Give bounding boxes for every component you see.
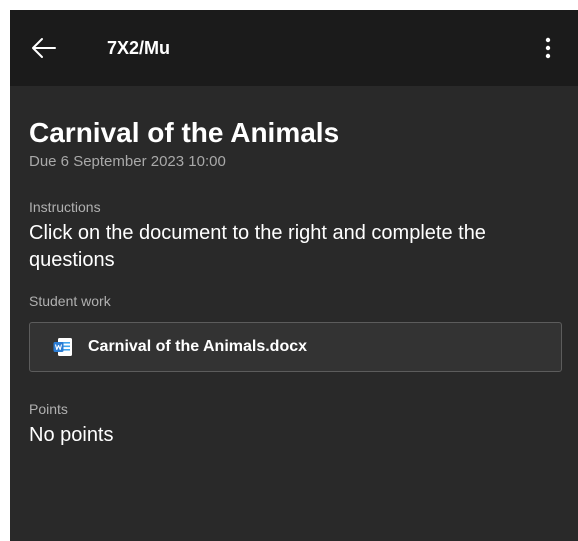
more-options-button[interactable] <box>528 28 568 68</box>
student-work-label: Student work <box>29 293 111 309</box>
app-screen: 7X2/Mu Carnival of the Animals Due 6 Sep… <box>10 10 578 541</box>
instructions-label: Instructions <box>29 199 101 215</box>
assignment-title: Carnival of the Animals <box>29 117 340 148</box>
points-label: Points <box>29 401 68 417</box>
app-bar: 7X2/Mu <box>10 10 578 86</box>
class-title: 7X2/Mu <box>107 38 171 58</box>
assignment-details: Carnival of the Animals Due 6 September … <box>29 86 565 448</box>
back-button[interactable] <box>24 28 64 68</box>
arrow-left-icon <box>32 38 56 58</box>
points-value: No points <box>29 424 114 446</box>
more-vertical-icon <box>545 37 551 59</box>
student-work-file[interactable]: Carnival of the Animals.docx <box>29 322 562 372</box>
file-name: Carnival of the Animals.docx <box>88 338 308 355</box>
due-date: Due 6 September 2023 10:00 <box>29 153 226 170</box>
word-document-icon <box>53 338 72 356</box>
instructions-text: Click on the document to the right and c… <box>29 222 486 271</box>
